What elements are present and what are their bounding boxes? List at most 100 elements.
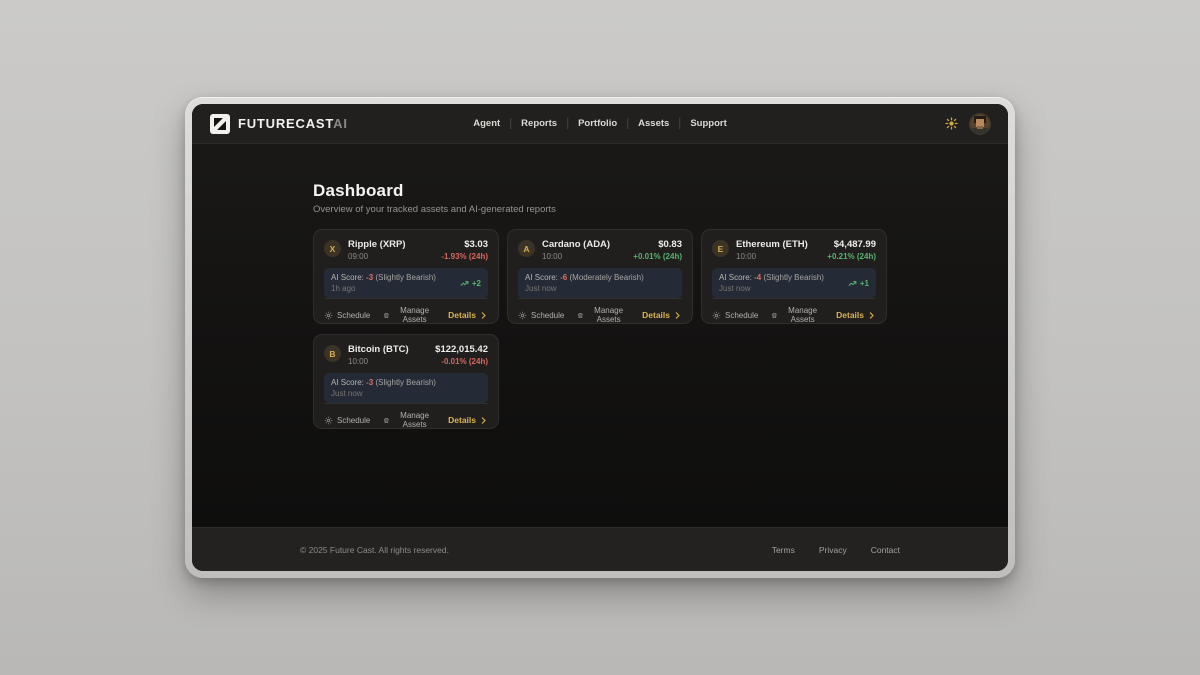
app-screen: FUTURECASTAI Agent Reports Portfolio Ass… — [192, 104, 1008, 571]
coin-time: 09:00 — [348, 252, 406, 261]
coin-avatar: A — [518, 240, 535, 257]
chevron-right-icon — [479, 416, 488, 425]
chevron-right-icon — [673, 311, 682, 320]
nav-item-portfolio[interactable]: Portfolio — [578, 118, 617, 129]
manage-assets-button[interactable]: Manage Assets — [383, 306, 435, 324]
app-bar-right — [945, 114, 990, 134]
app-window: FUTURECASTAI Agent Reports Portfolio Ass… — [185, 97, 1015, 578]
footer-link-contact[interactable]: Contact — [871, 545, 900, 555]
nav-separator — [627, 118, 628, 129]
ai-score-box: AI Score: -4 (Slightly Bearish) Just now… — [712, 268, 876, 298]
brand-name-suffix: AI — [333, 116, 348, 131]
ai-score-box: AI Score: -3 (Slightly Bearish) Just now — [324, 373, 488, 403]
asset-card-ethereum: E Ethereum (ETH) 10:00 $4,487.99 +0.21% … — [701, 229, 887, 324]
ai-score-value: -6 — [560, 273, 567, 282]
coin-name: Ripple (XRP) — [348, 239, 406, 250]
details-button[interactable]: Details — [448, 310, 488, 320]
main-content: Dashboard Overview of your tracked asset… — [192, 144, 1008, 527]
ai-score-value: -3 — [366, 273, 373, 282]
coin-price: $122,015.42 — [435, 344, 488, 355]
chevron-right-icon — [479, 311, 488, 320]
user-avatar[interactable] — [970, 114, 990, 134]
ai-score-updated: Just now — [719, 284, 824, 293]
ai-score-value: -4 — [754, 273, 761, 282]
asset-card-bitcoin: B Bitcoin (BTC) 10:00 $122,015.42 -0.01%… — [313, 334, 499, 429]
coin-change: -1.93% (24h) — [441, 252, 488, 261]
details-button[interactable]: Details — [836, 310, 876, 320]
details-button[interactable]: Details — [642, 310, 682, 320]
copyright-text: © 2025 Future Cast. All rights reserved. — [300, 545, 449, 555]
coin-avatar: X — [324, 240, 341, 257]
ai-sentiment: (Slightly Bearish) — [764, 273, 824, 282]
app-footer: © 2025 Future Cast. All rights reserved.… — [192, 527, 1008, 571]
page-subtitle: Overview of your tracked assets and AI-g… — [313, 204, 887, 215]
footer-link-terms[interactable]: Terms — [772, 545, 795, 555]
ai-sentiment: (Moderately Bearish) — [570, 273, 644, 282]
trend-badge: +2 — [460, 279, 481, 288]
coin-time: 10:00 — [736, 252, 808, 261]
brand-name: FUTURECASTAI — [238, 116, 348, 131]
ai-score-label: AI Score: — [331, 273, 364, 282]
nav-item-assets[interactable]: Assets — [638, 118, 669, 129]
coin-change: -0.01% (24h) — [435, 357, 488, 366]
nav-item-reports[interactable]: Reports — [521, 118, 557, 129]
asset-card-grid: X Ripple (XRP) 09:00 $3.03 -1.93% (24h) — [313, 229, 887, 429]
footer-link-privacy[interactable]: Privacy — [819, 545, 847, 555]
brand-logo-icon — [210, 114, 230, 134]
ai-score-updated: Just now — [331, 389, 436, 398]
coin-time: 10:00 — [542, 252, 610, 261]
manage-assets-button[interactable]: Manage Assets — [577, 306, 629, 324]
ai-score-label: AI Score: — [525, 273, 558, 282]
schedule-button[interactable]: Schedule — [324, 311, 370, 320]
coin-price: $0.83 — [633, 239, 682, 250]
gear-icon — [518, 311, 527, 320]
ai-score-label: AI Score: — [719, 273, 752, 282]
schedule-button[interactable]: Schedule — [324, 416, 370, 425]
coin-change: +0.21% (24h) — [827, 252, 876, 261]
main-nav: Agent Reports Portfolio Assets Support — [473, 118, 726, 129]
gear-icon — [712, 311, 721, 320]
ai-score-box: AI Score: -3 (Slightly Bearish) 1h ago +… — [324, 268, 488, 298]
gear-icon — [324, 416, 333, 425]
trend-badge: +1 — [848, 279, 869, 288]
coin-change: +0.01% (24h) — [633, 252, 682, 261]
page-title: Dashboard — [313, 181, 887, 201]
trash-icon — [383, 311, 390, 320]
coin-name: Bitcoin (BTC) — [348, 344, 409, 355]
trending-up-icon — [460, 279, 469, 288]
schedule-button[interactable]: Schedule — [712, 311, 758, 320]
chevron-right-icon — [867, 311, 876, 320]
app-bar: FUTURECASTAI Agent Reports Portfolio Ass… — [192, 104, 1008, 144]
nav-separator — [567, 118, 568, 129]
nav-item-support[interactable]: Support — [690, 118, 726, 129]
asset-card-cardano: A Cardano (ADA) 10:00 $0.83 +0.01% (24h) — [507, 229, 693, 324]
ai-score-label: AI Score: — [331, 378, 364, 387]
ai-sentiment: (Slightly Bearish) — [376, 273, 436, 282]
manage-assets-button[interactable]: Manage Assets — [771, 306, 823, 324]
trending-up-icon — [848, 279, 857, 288]
brand: FUTURECASTAI — [210, 114, 348, 134]
coin-time: 10:00 — [348, 357, 409, 366]
nav-item-agent[interactable]: Agent — [473, 118, 500, 129]
ai-score-updated: 1h ago — [331, 284, 436, 293]
nav-separator — [679, 118, 680, 129]
coin-name: Ethereum (ETH) — [736, 239, 808, 250]
trash-icon — [383, 416, 390, 425]
ai-score-updated: Just now — [525, 284, 644, 293]
coin-price: $4,487.99 — [827, 239, 876, 250]
coin-avatar: B — [324, 345, 341, 362]
asset-card-ripple: X Ripple (XRP) 09:00 $3.03 -1.93% (24h) — [313, 229, 499, 324]
ai-sentiment: (Slightly Bearish) — [376, 378, 436, 387]
trash-icon — [577, 311, 584, 320]
trash-icon — [771, 311, 778, 320]
ai-score-box: AI Score: -6 (Moderately Bearish) Just n… — [518, 268, 682, 298]
ai-score-value: -3 — [366, 378, 373, 387]
manage-assets-button[interactable]: Manage Assets — [383, 411, 435, 429]
theme-toggle-sun-icon[interactable] — [945, 117, 958, 130]
gear-icon — [324, 311, 333, 320]
coin-avatar: E — [712, 240, 729, 257]
nav-separator — [510, 118, 511, 129]
coin-name: Cardano (ADA) — [542, 239, 610, 250]
schedule-button[interactable]: Schedule — [518, 311, 564, 320]
details-button[interactable]: Details — [448, 415, 488, 425]
